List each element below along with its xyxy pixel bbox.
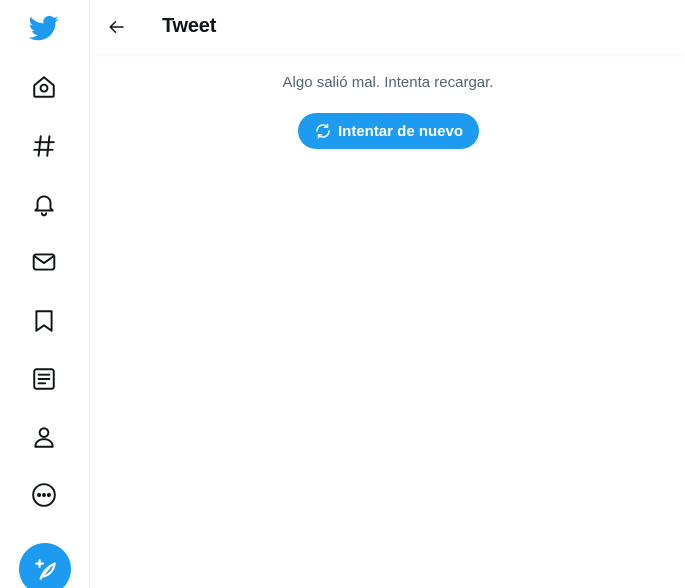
profile-icon[interactable] bbox=[27, 420, 61, 454]
twitter-bird-icon[interactable] bbox=[27, 11, 61, 45]
compose-tweet-button[interactable] bbox=[19, 543, 71, 588]
home-icon[interactable] bbox=[27, 70, 61, 104]
mail-icon[interactable] bbox=[27, 245, 61, 279]
main-column: Tweet Algo salió mal. Intenta recargar. … bbox=[91, 0, 685, 588]
more-icon[interactable] bbox=[27, 478, 61, 512]
bookmark-icon[interactable] bbox=[27, 304, 61, 338]
list-icon[interactable] bbox=[27, 362, 61, 396]
retry-button[interactable]: Intentar de nuevo bbox=[298, 113, 479, 149]
refresh-icon bbox=[316, 123, 330, 139]
page-header: Tweet bbox=[91, 0, 685, 54]
retry-button-label: Intentar de nuevo bbox=[337, 122, 464, 140]
feather-plus-icon bbox=[35, 559, 56, 580]
hashtag-icon[interactable] bbox=[27, 129, 61, 163]
sidebar bbox=[0, 0, 90, 588]
bell-icon[interactable] bbox=[27, 187, 61, 221]
page-title: Tweet bbox=[162, 15, 217, 37]
error-message: Algo salió mal. Intenta recargar. bbox=[282, 74, 494, 91]
back-button[interactable] bbox=[103, 13, 131, 41]
arrow-left-icon bbox=[109, 21, 124, 33]
